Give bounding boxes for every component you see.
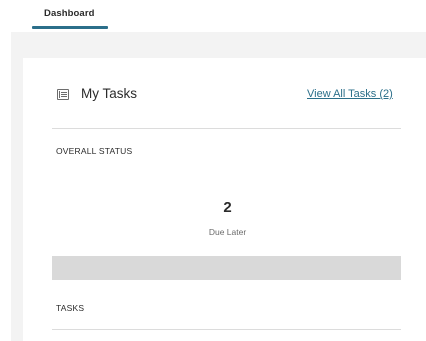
- status-progress-fill: [52, 256, 401, 280]
- tasks-divider: [52, 329, 401, 330]
- header-divider: [52, 128, 401, 129]
- card-header: My Tasks View All Tasks (2): [23, 58, 426, 129]
- active-tab-indicator: [32, 26, 108, 29]
- view-all-tasks-link[interactable]: View All Tasks (2): [307, 88, 393, 100]
- overall-status-label: OVERALL STATUS: [56, 146, 133, 156]
- task-list-icon: [57, 89, 69, 100]
- tab-dashboard[interactable]: Dashboard: [32, 0, 108, 32]
- status-count: 2: [223, 199, 232, 216]
- status-caption: Due Later: [208, 227, 247, 237]
- status-progress-bar: [52, 256, 401, 280]
- my-tasks-card: My Tasks View All Tasks (2) OVERALL STAT…: [23, 58, 426, 341]
- tab-dashboard-label: Dashboard: [44, 8, 95, 19]
- tasks-section-label: TASKS: [56, 303, 85, 313]
- card-title: My Tasks: [81, 86, 138, 101]
- tab-bar: Dashboard: [0, 0, 426, 32]
